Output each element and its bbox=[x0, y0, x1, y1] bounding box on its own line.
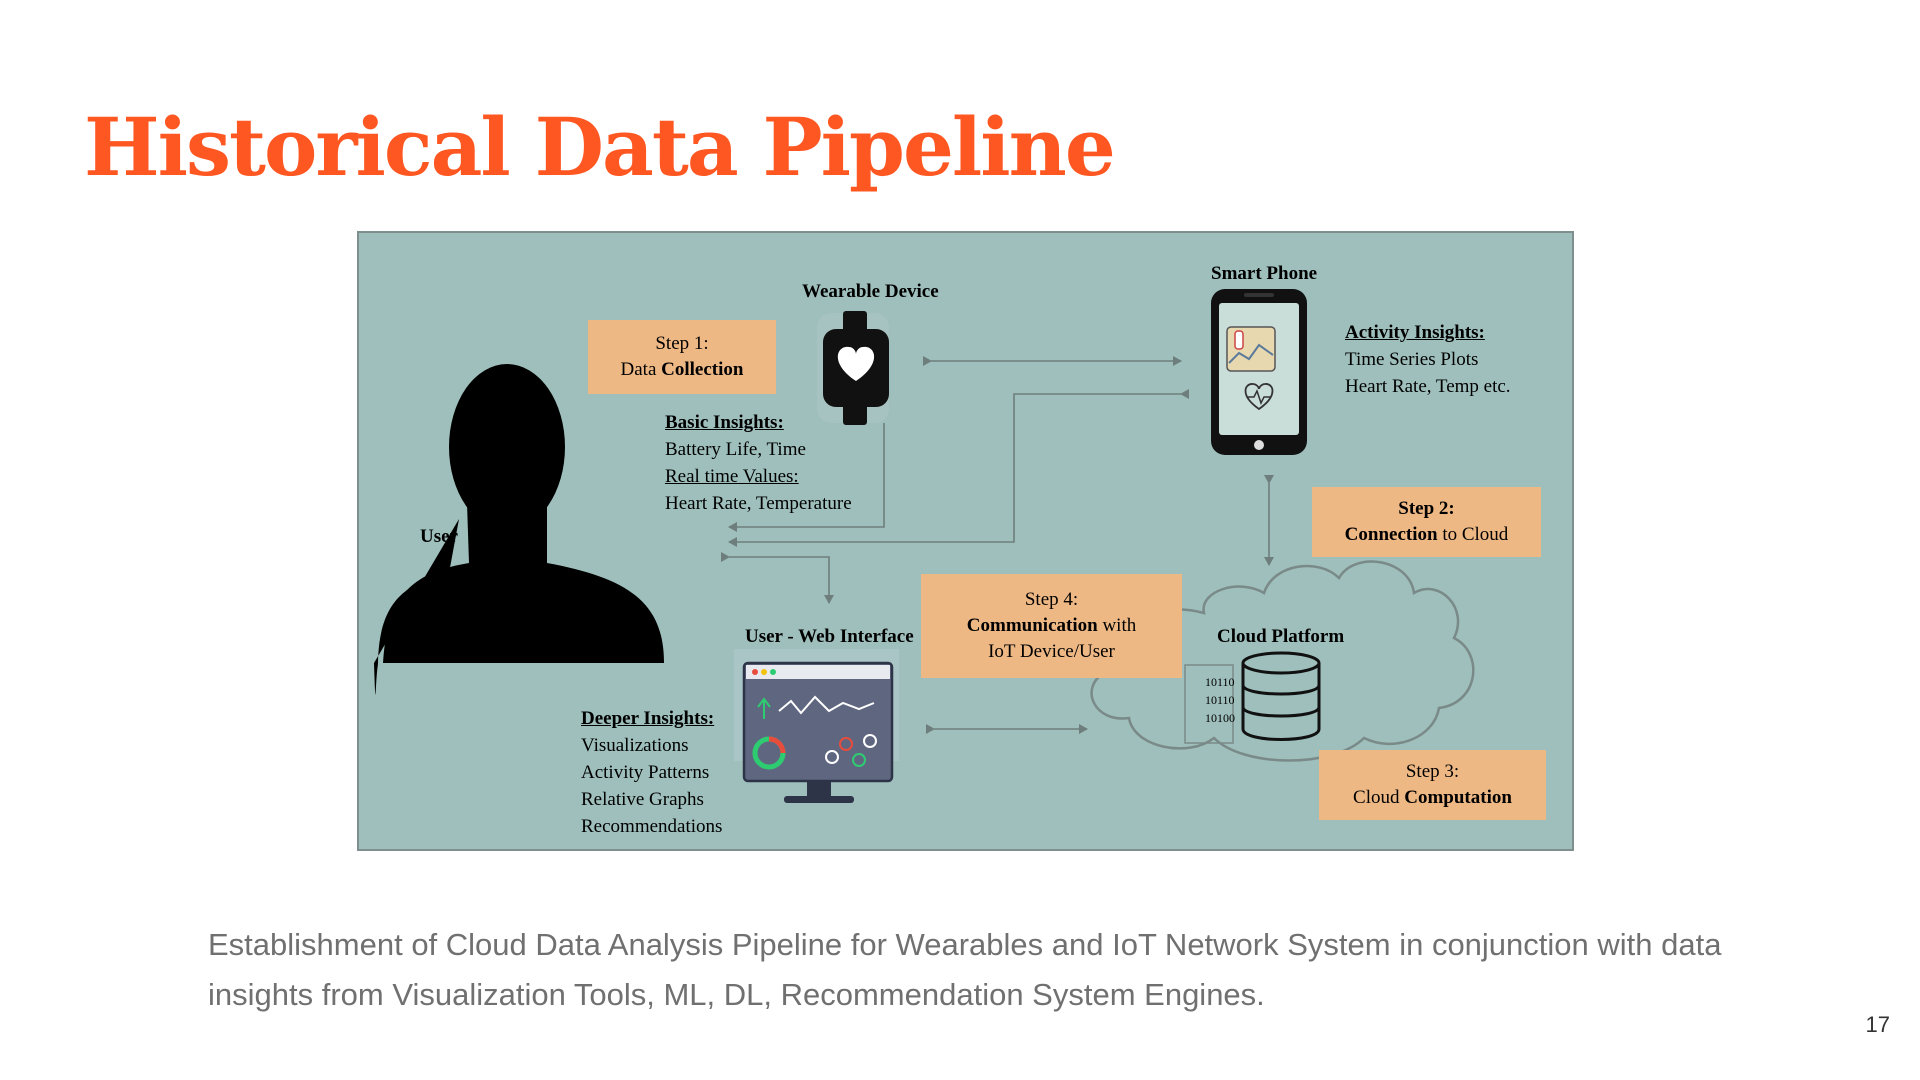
step2-line2: Connection to Cloud bbox=[1344, 524, 1509, 545]
deeper-insights-item: Recommendations bbox=[581, 816, 723, 837]
step4-box: Step 4: Communication with IoT Device/Us… bbox=[921, 574, 1182, 678]
binary-text: 10110 10110 10100 bbox=[1205, 673, 1235, 727]
smartphone-icon bbox=[1211, 289, 1307, 455]
cloud-platform-label: Cloud Platform bbox=[1217, 626, 1345, 647]
monitor-dashboard-icon bbox=[734, 649, 899, 803]
user-label: User bbox=[420, 526, 458, 547]
basic-insights-line: Battery Life, Time bbox=[665, 439, 806, 460]
web-interface-label: User - Web Interface bbox=[745, 626, 914, 647]
user-silhouette-icon bbox=[374, 364, 664, 695]
pipeline-diagram: User Wearable Device Smart Phone User - … bbox=[357, 231, 1574, 851]
step3-line1: Step 3: bbox=[1405, 761, 1460, 782]
activity-insights: Activity Insights: Time Series Plots Hea… bbox=[1345, 319, 1511, 400]
activity-insights-line: Time Series Plots bbox=[1345, 349, 1479, 370]
step1-line1: Step 1: bbox=[655, 333, 709, 354]
step2-box: Step 2: Connection to Cloud bbox=[1312, 487, 1541, 557]
binary-line: 10110 bbox=[1205, 675, 1235, 689]
deeper-insights: Deeper Insights: Visualizations Activity… bbox=[581, 705, 722, 840]
basic-insights: Basic Insights: Battery Life, Time Real … bbox=[665, 409, 852, 517]
step4-line1: Step 4: bbox=[1024, 589, 1079, 610]
deeper-insights-item: Relative Graphs bbox=[581, 789, 704, 810]
phone-label: Smart Phone bbox=[1211, 263, 1318, 284]
activity-insights-line: Heart Rate, Temp etc. bbox=[1345, 376, 1511, 397]
realtime-values-heading: Real time Values: bbox=[665, 466, 799, 487]
binary-line: 10110 bbox=[1205, 693, 1235, 707]
binary-line: 10100 bbox=[1205, 711, 1235, 725]
deeper-insights-heading: Deeper Insights: bbox=[581, 708, 715, 729]
smartwatch-icon bbox=[817, 311, 889, 425]
database-icon bbox=[1241, 651, 1321, 741]
deeper-insights-item: Visualizations bbox=[581, 735, 689, 756]
page-number: 17 bbox=[1865, 1012, 1890, 1037]
step3-line2: Cloud Computation bbox=[1353, 787, 1512, 808]
step2-line1: Step 2: bbox=[1398, 498, 1455, 519]
step1-box: Step 1: Data Collection bbox=[588, 320, 776, 394]
step1-line2: Data Collection bbox=[620, 359, 744, 380]
realtime-values-line: Heart Rate, Temperature bbox=[665, 493, 852, 514]
activity-insights-heading: Activity Insights: bbox=[1345, 322, 1485, 343]
wearable-label: Wearable Device bbox=[802, 281, 939, 302]
step3-box: Step 3: Cloud Computation bbox=[1319, 750, 1546, 820]
step4-line3: IoT Device/User bbox=[988, 641, 1115, 662]
deeper-insights-item: Activity Patterns bbox=[581, 762, 710, 783]
slide-title: Historical Data Pipeline bbox=[84, 100, 1116, 194]
basic-insights-heading: Basic Insights: bbox=[665, 412, 784, 433]
step4-line2: Communication with bbox=[966, 615, 1137, 636]
slide-caption: Establishment of Cloud Data Analysis Pip… bbox=[208, 927, 1722, 1012]
